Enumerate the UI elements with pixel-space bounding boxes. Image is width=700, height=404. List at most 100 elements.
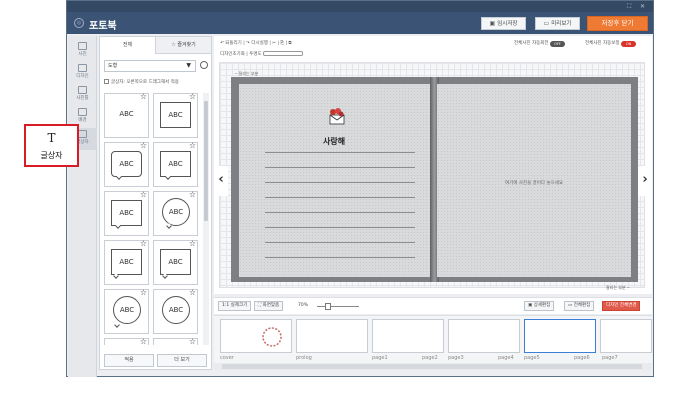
textbox-item[interactable]: ☆ [104,337,149,345]
favorite-star-icon[interactable]: ☆ [140,141,147,150]
writing-line [265,182,415,183]
writing-line [265,227,415,228]
fit-screen-button[interactable]: ⛶ 화면맞춤 [254,301,284,311]
thumbs-scrollbar[interactable] [214,363,652,370]
thumb-page1-2[interactable] [372,319,444,353]
favorite-star-icon[interactable]: ☆ [189,93,196,101]
nav-background-label: 배경 [78,118,87,123]
chevron-left-icon: ‹ [218,172,224,187]
canvas-area: ↶ 되돌리기 | ↷ 다시실행 | ✂ | ⎘ | ⧉ 디자인초기화 | 투명도… [214,36,652,294]
zoom-slider[interactable] [317,306,359,307]
title-bar: ◎ 포토북 ▣ 임시저장 ▭ 미리보기 저장후 닫기 [67,12,653,34]
textbox-sample: ABC [111,151,142,177]
favorite-star-icon[interactable]: ☆ [140,337,147,345]
detail-edit-button[interactable]: ▣ 상세편집 [524,301,555,311]
left-page[interactable]: 사랑해 [239,84,432,277]
thumb-label: page5 [524,355,540,361]
page-spread: 사랑해 여기에 사진을 끌어다 놓으세요 [231,77,638,282]
preview-icon: ▭ [543,20,550,27]
favorite-star-icon[interactable]: ☆ [189,239,196,248]
thumb-label: page7 [602,355,618,361]
minimize-icon[interactable]: ⛶ [627,3,631,11]
love-logo-text: 사랑해 [323,137,346,146]
shape-category-select[interactable]: 도형 ▼ [104,60,196,72]
nav-frame-label: 사진틀 [76,96,89,101]
textbox-item[interactable]: ☆ ABC [104,93,149,138]
full-edit-label: 전체편집 [573,303,591,308]
thumb-label: page6 [574,355,590,361]
next-page-button[interactable]: › [638,166,652,196]
tab-favorites[interactable]: ☆ 즐겨찾기 [155,37,211,54]
textbox-sample: ABC [160,151,191,177]
design-change-all-button[interactable]: 디자인 전체변경 [602,301,641,311]
textbox-item[interactable]: ☆ ABC [104,141,149,187]
panel-scrollbar[interactable] [203,93,209,345]
auto-rotate-toggle[interactable]: 전체사진 자동회전 OFF [514,40,565,47]
favorite-star-icon[interactable]: ☆ [189,190,196,199]
auto-correct-toggle[interactable]: 전체사진 자동보정 ON [585,40,636,47]
favorite-star-icon[interactable]: ☆ [140,190,147,199]
panel-hint: 글상자: 오른쪽으로 드래그해서 적용 [104,79,179,85]
save-close-button[interactable]: 저장후 닫기 [587,16,648,31]
tab-all[interactable]: 전체 [100,37,155,54]
actual-size-button[interactable]: 1:1 실제크기 [218,301,252,311]
prev-page-button[interactable]: ‹ [214,166,228,196]
panel-scroll-thumb[interactable] [204,101,208,221]
nav-photo[interactable]: 사진 [68,40,97,62]
apply-button[interactable]: 적용 [104,354,154,367]
favorite-star-icon[interactable]: ☆ [189,288,196,297]
zoom-slider-knob[interactable] [325,303,331,310]
nav-frame[interactable]: 사진틀 [68,84,97,106]
textbox-item[interactable]: ☆ ABC [153,239,198,285]
textbox-item[interactable]: ☆ ABC [153,141,198,187]
design-toolbar[interactable]: 디자인초기화 | 투명도 [220,51,304,57]
auto-rotate-state[interactable]: OFF [550,41,565,47]
favorite-star-icon[interactable]: ☆ [189,141,196,150]
frame-icon [78,86,87,94]
design-icon [78,64,87,72]
save-icon: ▣ [489,20,496,27]
refresh-icon[interactable] [200,61,208,69]
nav-design[interactable]: 디자인 [68,62,97,84]
favorite-star-icon[interactable]: ☆ [140,93,147,101]
fit-screen-label: 화면맞춤 [262,303,280,308]
textbox-sample: ABC [119,110,134,118]
writing-line [265,257,415,258]
thumb-page3-4[interactable] [448,319,520,353]
textbox-sample: ABC [113,296,141,324]
textbox-item[interactable]: ☆ ABC [153,288,198,334]
textbox-item[interactable]: ☆ ABC [153,93,198,138]
thumb-page5-6[interactable] [524,319,596,353]
auto-correct-state[interactable]: ON [621,41,636,47]
thumb-label: prolog [296,355,312,361]
textbox-item[interactable]: ☆ ABC [104,239,149,285]
textbox-panel: 전체 ☆ 즐겨찾기 도형 ▼ 글상자: 오른쪽으로 드래그해서 적용 ☆ ABC … [99,36,212,370]
textbox-sample: ABC [162,198,190,226]
hint-checkbox[interactable] [104,79,109,84]
thumbs-scroll-thumb[interactable] [222,364,642,369]
right-page[interactable]: 여기에 사진을 끌어다 놓으세요 [437,84,631,277]
close-icon[interactable]: ✕ [640,3,645,10]
textbox-item[interactable]: ☆ ABC [104,190,149,236]
speech-tail [114,322,120,328]
temp-save-button[interactable]: ▣ 임시저장 [481,17,526,30]
thumb-label: page2 [422,355,438,361]
textbox-item[interactable]: ☆ [153,337,198,345]
textbox-item[interactable]: ☆ ABC [104,288,149,334]
more-button[interactable]: 더 보기 [157,354,207,367]
full-edit-button[interactable]: ▭ 전체편집 [564,301,595,311]
textbox-item[interactable]: ☆ ABC [153,190,198,236]
thumb-page7[interactable] [600,319,652,353]
textbox-sample: ABC [162,296,190,324]
thumb-prolog[interactable] [296,319,368,353]
favorite-star-icon[interactable]: ☆ [189,337,196,345]
auto-correct-label: 전체사진 자동보정 [585,41,620,46]
textbox-grid: ☆ ABC ☆ ABC ☆ ABC ☆ ABC ☆ ABC ☆ ABC ☆ ABC ☆ ABC … [104,93,202,345]
favorite-star-icon[interactable]: ☆ [140,288,147,297]
opacity-slider[interactable] [263,51,304,56]
favorite-star-icon[interactable]: ☆ [140,239,147,248]
app-title: 포토북 [89,21,117,32]
preview-button[interactable]: ▭ 미리보기 [535,17,580,30]
edit-toolbar[interactable]: ↶ 되돌리기 | ↷ 다시실행 | ✂ | ⎘ | ⧉ [220,40,292,46]
thumb-cover[interactable] [220,319,292,353]
